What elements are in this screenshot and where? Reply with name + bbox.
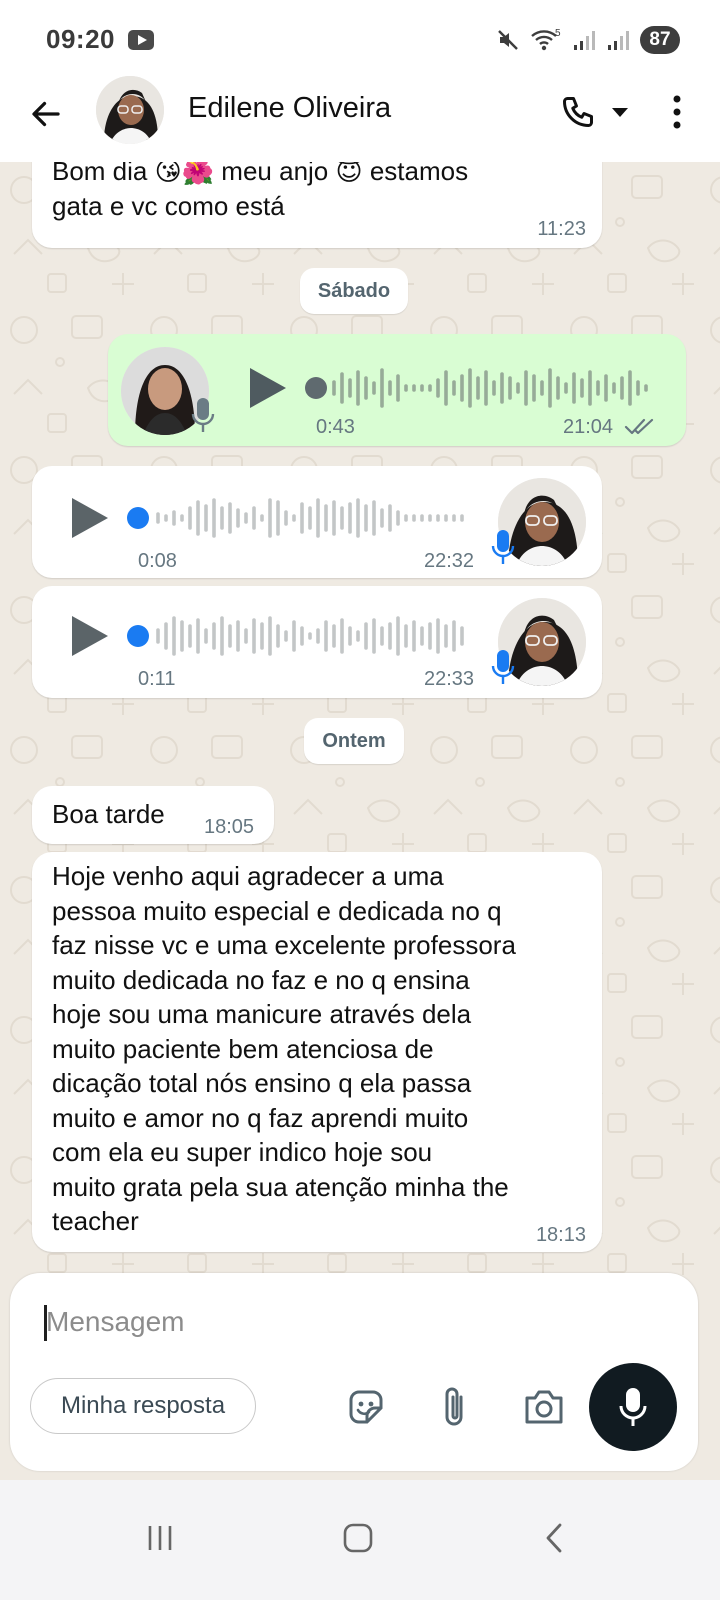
message-time: 18:13 bbox=[535, 1224, 586, 1246]
attach-icon[interactable] bbox=[430, 1383, 478, 1431]
audio-duration: 0:43 bbox=[316, 416, 355, 438]
audio-message-outgoing[interactable]: 0:43 21:04 bbox=[108, 334, 686, 446]
camera-icon[interactable] bbox=[520, 1383, 568, 1431]
audio-waveform[interactable] bbox=[124, 612, 476, 660]
status-bar: 09:20 5 87 bbox=[0, 0, 720, 80]
chat-header: Edilene Oliveira bbox=[0, 76, 720, 162]
chat-area[interactable]: Bom dia 😘🌺 meu anjo 😇 estamos gata e vc … bbox=[0, 162, 720, 1280]
back-nav-icon[interactable] bbox=[524, 1508, 584, 1568]
audio-duration: 0:08 bbox=[138, 550, 177, 572]
message-time: 22:32 bbox=[424, 550, 475, 572]
message-time: 11:23 bbox=[537, 218, 586, 240]
mic-icon bbox=[491, 650, 515, 684]
date-divider: Ontem bbox=[304, 718, 404, 764]
mute-icon bbox=[498, 30, 518, 50]
status-icons: 5 87 bbox=[496, 26, 680, 54]
message-time: 21:04 bbox=[563, 416, 614, 438]
read-receipt-icon bbox=[624, 418, 654, 435]
message-input[interactable] bbox=[46, 1299, 546, 1345]
audio-waveform[interactable] bbox=[124, 494, 476, 542]
message-bubble[interactable]: Hoje venho aqui agradecer a uma pessoa m… bbox=[32, 852, 602, 1252]
mic-icon bbox=[619, 1388, 647, 1426]
audio-duration: 0:11 bbox=[138, 668, 176, 690]
dropdown-icon[interactable] bbox=[608, 102, 632, 122]
quick-reply-button[interactable]: Minha resposta bbox=[30, 1378, 256, 1434]
recent-apps-icon[interactable] bbox=[130, 1508, 190, 1568]
voice-record-button[interactable] bbox=[589, 1363, 677, 1451]
status-time: 09:20 bbox=[46, 24, 115, 54]
back-arrow-icon[interactable] bbox=[26, 94, 66, 134]
signal-icon bbox=[608, 31, 629, 50]
system-nav-bar bbox=[0, 1480, 720, 1600]
message-bubble[interactable]: Bom dia 😘🌺 meu anjo 😇 estamos gata e vc … bbox=[32, 162, 602, 248]
more-vert-icon[interactable] bbox=[660, 90, 694, 134]
play-icon[interactable] bbox=[68, 494, 112, 542]
audio-message-incoming[interactable]: 0:08 22:32 bbox=[32, 466, 602, 578]
date-divider: Sábado bbox=[300, 268, 408, 314]
signal-icon bbox=[574, 31, 595, 50]
youtube-icon bbox=[128, 30, 154, 50]
contact-name[interactable]: Edilene Oliveira bbox=[188, 92, 391, 125]
sticker-icon[interactable] bbox=[342, 1383, 390, 1431]
svg-text:5: 5 bbox=[555, 28, 561, 39]
message-time: 22:33 bbox=[424, 668, 475, 690]
play-icon[interactable] bbox=[68, 612, 112, 660]
message-text: Hoje venho aqui agradecer a uma pessoa m… bbox=[52, 861, 516, 1236]
mic-icon bbox=[191, 398, 215, 432]
mic-icon bbox=[491, 530, 515, 564]
message-text: Boa tarde bbox=[52, 799, 165, 829]
avatar[interactable] bbox=[96, 76, 164, 144]
phone-icon[interactable] bbox=[556, 90, 600, 134]
battery-icon: 87 bbox=[640, 26, 680, 54]
wifi-icon: 5 bbox=[531, 28, 561, 51]
play-icon[interactable] bbox=[246, 364, 290, 412]
message-time: 18:05 bbox=[204, 816, 255, 838]
message-composer: Minha resposta bbox=[10, 1273, 698, 1471]
message-bubble[interactable]: Boa tarde 18:05 bbox=[32, 786, 274, 844]
message-text: Bom dia 😘🌺 meu anjo 😇 estamos gata e vc … bbox=[52, 162, 469, 221]
audio-waveform[interactable] bbox=[304, 364, 656, 412]
audio-message-incoming[interactable]: 0:11 22:33 bbox=[32, 586, 602, 698]
home-icon[interactable] bbox=[328, 1508, 388, 1568]
